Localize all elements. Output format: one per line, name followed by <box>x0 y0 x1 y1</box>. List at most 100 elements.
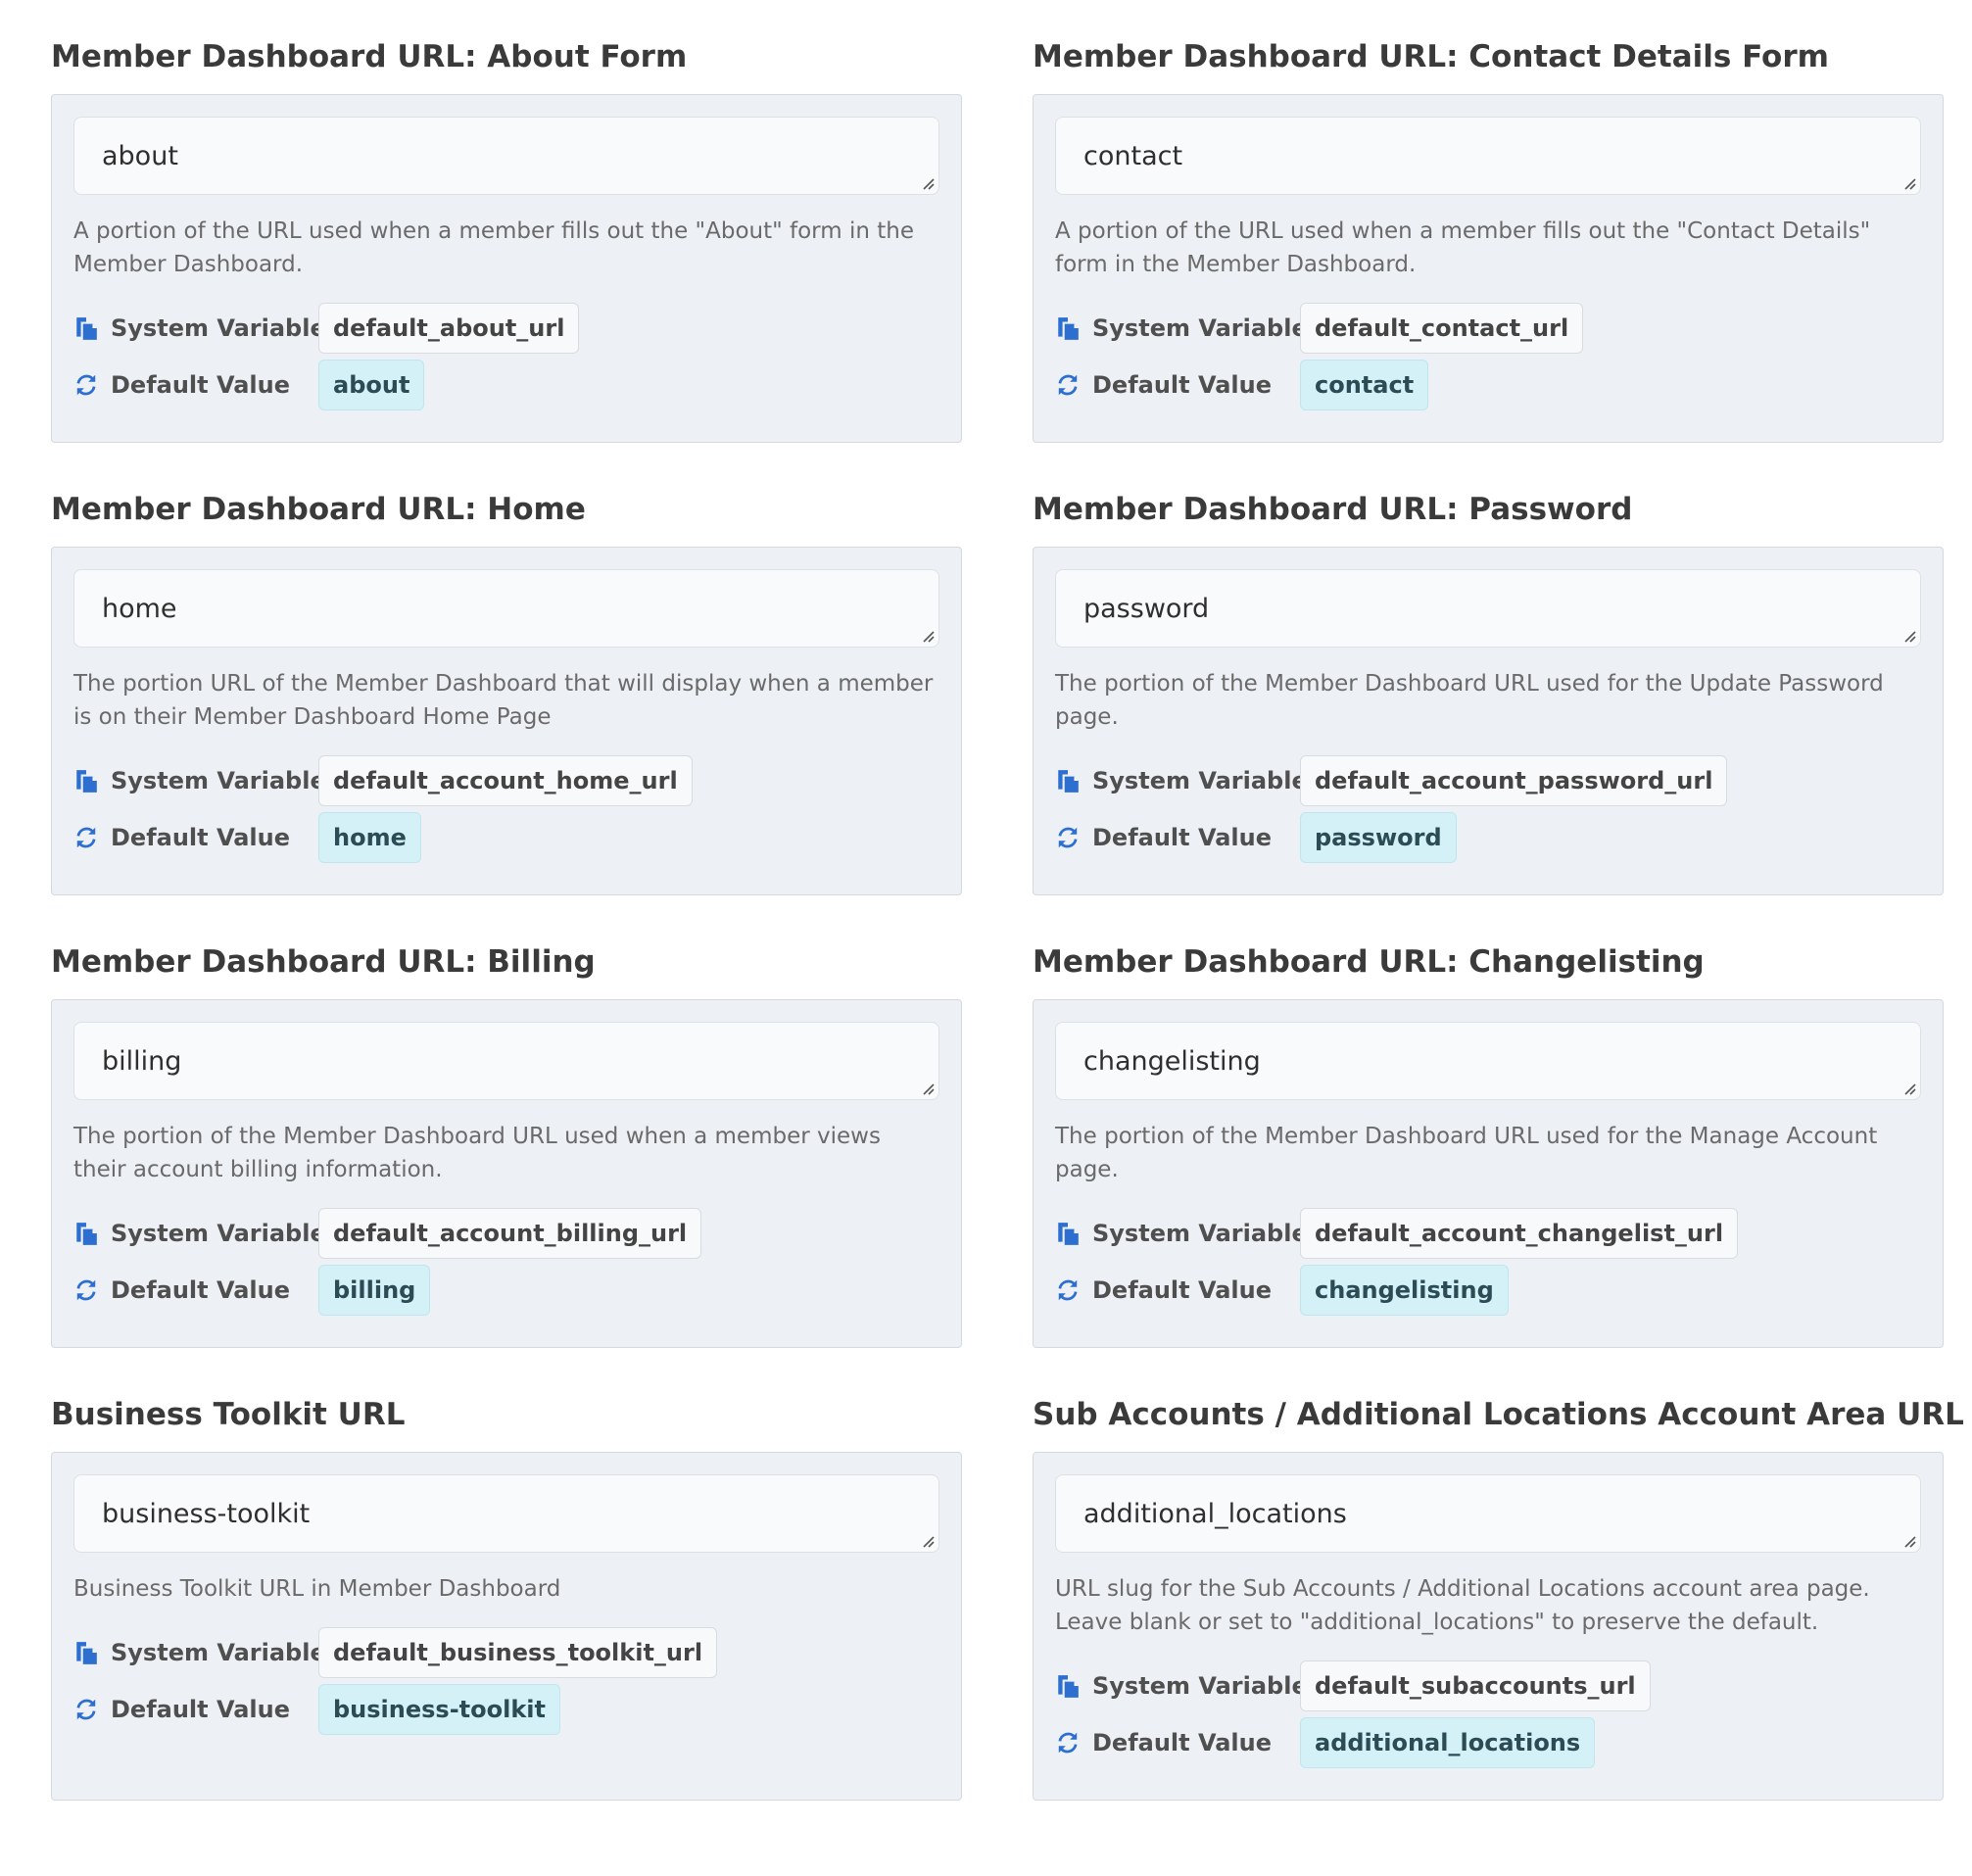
setting-card: about A portion of the URL used when a m… <box>51 94 962 443</box>
default-value-badge: home <box>318 812 421 863</box>
resize-grip-icon[interactable] <box>1902 1082 1916 1095</box>
resize-grip-icon[interactable] <box>921 1082 935 1095</box>
help-text: The portion of the Member Dashboard URL … <box>73 1124 881 1182</box>
default-value-badge: changelisting <box>1300 1265 1509 1316</box>
system-variable-value: default_account_password_url <box>1300 755 1728 806</box>
default-value-row: Default Value contact <box>1055 360 1921 410</box>
home-url-textarea[interactable]: home <box>73 569 939 648</box>
password-url-textarea[interactable]: password <box>1055 569 1921 648</box>
setting-contact-details-form: Member Dashboard URL: Contact Details Fo… <box>1033 37 1944 443</box>
system-variable-value: default_account_billing_url <box>318 1208 702 1259</box>
system-variable-row: System Variable default_about_url <box>73 303 939 354</box>
textarea-value: changelisting <box>1083 1045 1261 1077</box>
sync-icon <box>1058 827 1078 848</box>
default-value-badge: about <box>318 360 425 410</box>
textarea-value: business-toolkit <box>102 1498 311 1529</box>
setting-card: password The portion of the Member Dashb… <box>1033 547 1944 895</box>
about-url-textarea[interactable]: about <box>73 117 939 195</box>
resize-grip-icon[interactable] <box>921 1534 935 1548</box>
sync-icon <box>1058 1279 1078 1301</box>
default-value-label: Default Value <box>73 371 318 399</box>
default-value-row: Default Value about <box>73 360 939 410</box>
copy-icon <box>1058 317 1079 340</box>
billing-url-textarea[interactable]: billing <box>73 1022 939 1100</box>
setting-card: changelisting The portion of the Member … <box>1033 999 1944 1348</box>
copy-icon <box>76 317 97 340</box>
setting-card: additional_locations URL slug for the Su… <box>1033 1452 1944 1801</box>
resize-grip-icon[interactable] <box>1902 1534 1916 1548</box>
resize-grip-icon[interactable] <box>1902 176 1916 190</box>
sync-icon <box>1058 374 1078 396</box>
default-value-label: Default Value <box>73 1276 318 1304</box>
default-value-row: Default Value password <box>1055 812 1921 863</box>
system-variable-row: System Variable default_business_toolkit… <box>73 1627 939 1678</box>
system-variable-label: System Variable <box>73 1639 326 1666</box>
setting-title: Member Dashboard URL: Billing <box>51 944 596 980</box>
setting-home: Member Dashboard URL: Home home The port… <box>51 490 962 895</box>
setting-business-toolkit: Business Toolkit URL business-toolkit Bu… <box>51 1395 962 1801</box>
default-value-row: Default Value additional_locations <box>1055 1717 1921 1768</box>
setting-changelisting: Member Dashboard URL: Changelisting chan… <box>1033 942 1944 1348</box>
default-value-badge: business-toolkit <box>318 1684 561 1735</box>
system-variable-label: System Variable <box>73 314 326 342</box>
setting-title: Member Dashboard URL: About Form <box>51 39 688 74</box>
setting-title: Member Dashboard URL: Changelisting <box>1033 944 1705 980</box>
system-variable-row: System Variable default_account_home_url <box>73 755 939 806</box>
system-variable-label: System Variable <box>1055 1672 1308 1700</box>
copy-icon <box>76 1642 97 1664</box>
help-text: The portion of the Member Dashboard URL … <box>1055 671 1884 730</box>
setting-title: Member Dashboard URL: Home <box>51 492 586 527</box>
setting-card: contact A portion of the URL used when a… <box>1033 94 1944 443</box>
system-variable-value: default_contact_url <box>1300 303 1584 354</box>
default-value-label: Default Value <box>1055 371 1300 399</box>
setting-title: Member Dashboard URL: Contact Details Fo… <box>1033 39 1829 74</box>
subaccounts-url-textarea[interactable]: additional_locations <box>1055 1474 1921 1553</box>
setting-card: home The portion URL of the Member Dashb… <box>51 547 962 895</box>
sync-icon <box>1058 1732 1078 1754</box>
setting-about-form: Member Dashboard URL: About Form about A… <box>51 37 962 443</box>
changelisting-url-textarea[interactable]: changelisting <box>1055 1022 1921 1100</box>
help-text: A portion of the URL used when a member … <box>1055 218 1871 277</box>
sync-icon <box>76 827 96 848</box>
resize-grip-icon[interactable] <box>921 629 935 643</box>
default-value-row: Default Value home <box>73 812 939 863</box>
default-value-badge: billing <box>318 1265 431 1316</box>
setting-sub-accounts-slug: Sub Accounts / Additional Locations Acco… <box>1033 1395 1972 1801</box>
setting-card: business-toolkit Business Toolkit URL in… <box>51 1452 962 1801</box>
default-value-label: Default Value <box>73 824 318 851</box>
textarea-value: about <box>102 140 178 171</box>
default-value-row: Default Value business-toolkit <box>73 1684 939 1735</box>
setting-card: billing The portion of the Member Dashbo… <box>51 999 962 1348</box>
resize-grip-icon[interactable] <box>1902 629 1916 643</box>
system-variable-label: System Variable <box>73 1220 326 1247</box>
contact-url-textarea[interactable]: contact <box>1055 117 1921 195</box>
copy-icon <box>1058 1675 1079 1698</box>
default-value-row: Default Value billing <box>73 1265 939 1316</box>
business-toolkit-url-textarea[interactable]: business-toolkit <box>73 1474 939 1553</box>
sync-icon <box>76 374 96 396</box>
default-value-label: Default Value <box>1055 1276 1300 1304</box>
setting-title: Business Toolkit URL <box>51 1397 406 1432</box>
copy-icon <box>1058 1223 1079 1245</box>
system-variable-row: System Variable default_account_password… <box>1055 755 1921 806</box>
resize-grip-icon[interactable] <box>921 176 935 190</box>
copy-icon <box>76 1223 97 1245</box>
settings-grid: Member Dashboard URL: About Form about A… <box>51 37 1972 1801</box>
system-variable-value: default_business_toolkit_url <box>318 1627 718 1678</box>
textarea-value: billing <box>102 1045 182 1077</box>
setting-password: Member Dashboard URL: Password password … <box>1033 490 1944 895</box>
default-value-label: Default Value <box>1055 1729 1300 1756</box>
help-text: The portion of the Member Dashboard URL … <box>1055 1124 1878 1182</box>
system-variable-value: default_subaccounts_url <box>1300 1660 1651 1711</box>
system-variable-value: default_account_home_url <box>318 755 693 806</box>
textarea-value: contact <box>1083 140 1183 171</box>
help-text: Business Toolkit URL in Member Dashboard <box>73 1576 561 1602</box>
sync-icon <box>76 1699 96 1720</box>
system-variable-value: default_account_changelist_url <box>1300 1208 1739 1259</box>
default-value-label: Default Value <box>1055 824 1300 851</box>
copy-icon <box>1058 770 1079 793</box>
setting-title: Member Dashboard URL: Password <box>1033 492 1633 527</box>
system-variable-label: System Variable <box>73 767 326 794</box>
sync-icon <box>76 1279 96 1301</box>
textarea-value: additional_locations <box>1083 1498 1347 1529</box>
